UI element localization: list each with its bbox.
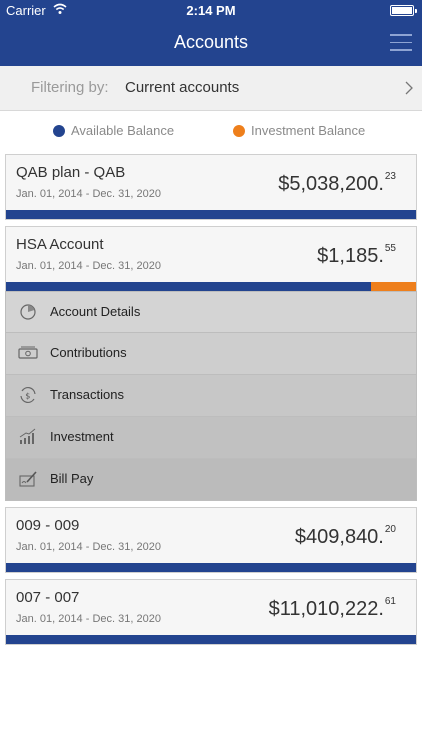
account-name: 007 - 007 xyxy=(16,589,80,606)
dollar-cycle-icon: $ xyxy=(20,386,36,404)
account-card-qab[interactable]: QAB plan - QAB Jan. 01, 2014 - Dec. 31, … xyxy=(5,154,417,220)
account-name: QAB plan - QAB xyxy=(16,164,126,181)
filter-label: Filtering by: xyxy=(31,79,109,96)
legend-available: Available Balance xyxy=(53,123,174,138)
transactions-item[interactable]: $ Transactions xyxy=(5,375,417,417)
legend-investment-label: Investment Balance xyxy=(251,123,366,138)
balance-bar xyxy=(6,635,416,644)
investment-item[interactable]: Investment xyxy=(5,417,417,459)
investment-bar-segment xyxy=(370,282,416,291)
check-sign-icon xyxy=(19,471,37,487)
account-card-009[interactable]: 009 - 009 Jan. 01, 2014 - Dec. 31, 2020 … xyxy=(5,507,417,573)
growth-chart-icon xyxy=(19,428,36,444)
account-card-hsa[interactable]: HSA Account Jan. 01, 2014 - Dec. 31, 202… xyxy=(5,226,417,292)
chevron-right-icon xyxy=(405,81,413,95)
account-balance: $409,840.20 xyxy=(294,524,396,548)
clock: 2:14 PM xyxy=(186,3,236,18)
bill-pay-item[interactable]: Bill Pay xyxy=(5,459,417,501)
account-balance: $11,010,222.61 xyxy=(268,596,396,620)
account-dates: Jan. 01, 2014 - Dec. 31, 2020 xyxy=(16,541,161,553)
account-balance: $5,038,200.23 xyxy=(278,171,396,195)
menu-item-label: Contributions xyxy=(50,345,127,360)
account-name: 009 - 009 xyxy=(16,517,80,534)
svg-text:$: $ xyxy=(25,392,30,401)
legend-available-label: Available Balance xyxy=(71,123,175,138)
balance-bar xyxy=(6,563,416,572)
account-dates: Jan. 01, 2014 - Dec. 31, 2020 xyxy=(16,613,161,625)
cash-icon xyxy=(18,346,38,359)
page-title: Accounts xyxy=(173,32,249,52)
battery-icon xyxy=(390,5,417,16)
account-name: HSA Account xyxy=(16,236,104,253)
balance-bar xyxy=(6,210,416,219)
contributions-item[interactable]: Contributions xyxy=(5,333,417,375)
account-actions-menu: Account Details Contributions $ Transact… xyxy=(5,291,417,501)
account-card-007[interactable]: 007 - 007 Jan. 01, 2014 - Dec. 31, 2020 … xyxy=(5,579,417,645)
menu-item-label: Bill Pay xyxy=(50,471,94,486)
pie-chart-icon xyxy=(20,304,36,320)
balance-legend: Available Balance Investment Balance xyxy=(0,111,422,151)
account-dates: Jan. 01, 2014 - Dec. 31, 2020 xyxy=(16,188,161,200)
account-dates: Jan. 01, 2014 - Dec. 31, 2020 xyxy=(16,260,161,272)
hamburger-menu-icon[interactable] xyxy=(390,34,412,52)
balance-bar xyxy=(6,282,416,291)
investment-balance-dot xyxy=(233,125,245,137)
account-filter[interactable]: Filtering by: Current accounts xyxy=(0,66,422,111)
menu-item-label: Investment xyxy=(50,429,114,444)
menu-item-label: Transactions xyxy=(50,387,124,402)
available-balance-dot xyxy=(53,125,65,137)
menu-item-label: Account Details xyxy=(50,304,141,319)
filter-value: Current accounts xyxy=(125,79,240,96)
navigation-bar: Accounts xyxy=(0,22,422,66)
account-balance: $1,185.55 xyxy=(317,243,396,267)
status-bar: Carrier 2:14 PM xyxy=(0,0,422,22)
account-details-item[interactable]: Account Details xyxy=(5,291,417,333)
legend-investment: Investment Balance xyxy=(233,123,365,138)
